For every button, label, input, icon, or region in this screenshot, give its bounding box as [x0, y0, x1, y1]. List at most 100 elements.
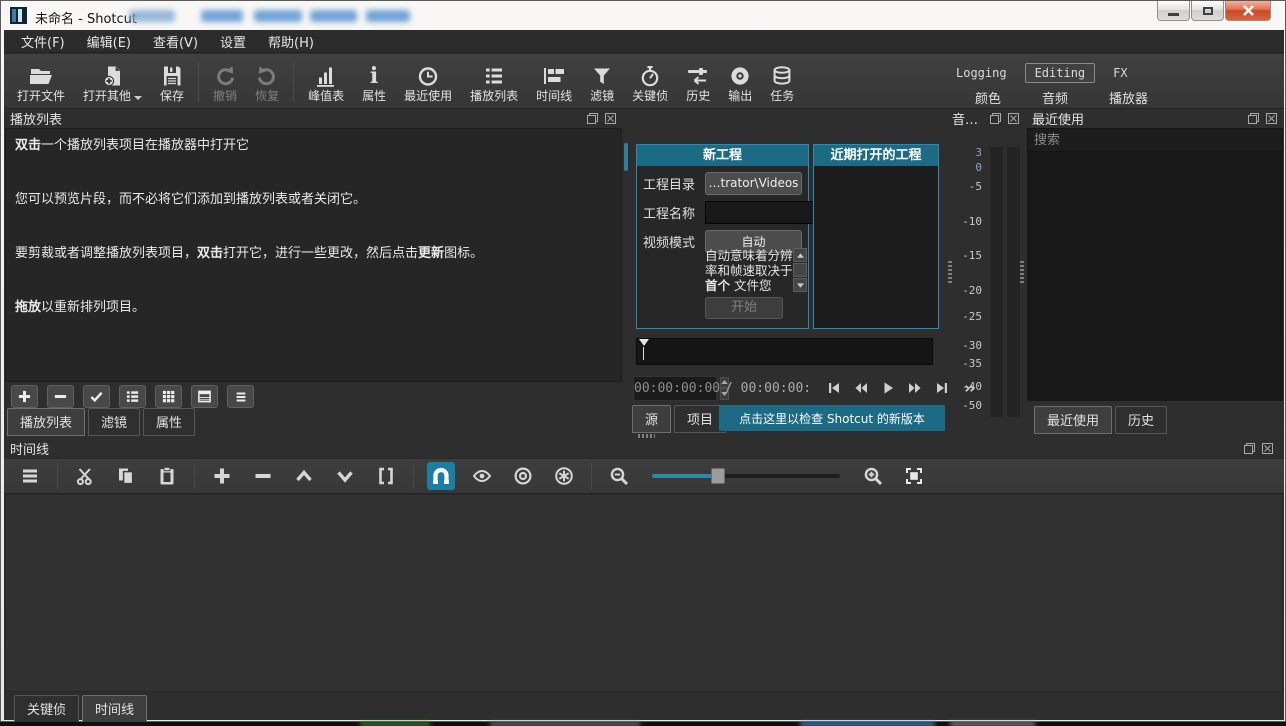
snap-button[interactable]: [427, 462, 455, 490]
tab-keyframes[interactable]: 关键侦: [14, 695, 79, 723]
skip-previous-button[interactable]: [825, 380, 843, 396]
scroll-down-button[interactable]: [793, 278, 807, 292]
recent-files-list[interactable]: [1027, 152, 1283, 401]
close-icon[interactable]: [1261, 442, 1274, 455]
timeline-tracks-area[interactable]: [5, 494, 1283, 692]
menu-settings[interactable]: 设置: [209, 29, 257, 54]
update-banner[interactable]: 点击这里以检查 Shotcut 的新版本: [719, 405, 945, 431]
update-button[interactable]: [83, 385, 110, 408]
zoom-out-icon: [609, 466, 629, 486]
layout-audio[interactable]: 音频: [1042, 88, 1068, 107]
tab-filters[interactable]: 滤镜: [88, 408, 140, 436]
redacted-blur: [310, 10, 357, 22]
peak-meter-button[interactable]: 峰值表: [299, 57, 353, 106]
tab-timeline[interactable]: 时间线: [82, 695, 147, 723]
close-icon[interactable]: [604, 112, 617, 125]
menu-view[interactable]: 查看(V): [142, 29, 209, 54]
slider-handle[interactable]: [711, 468, 725, 484]
float-icon[interactable]: [1247, 112, 1260, 125]
tab-recent[interactable]: 最近使用: [1034, 406, 1112, 434]
remove-button[interactable]: [47, 385, 74, 408]
scroll-thumb[interactable]: [793, 263, 807, 277]
close-icon[interactable]: [1007, 112, 1020, 125]
scrub-button[interactable]: [468, 462, 496, 490]
float-icon[interactable]: [586, 112, 599, 125]
zoom-fit-button[interactable]: [900, 462, 928, 490]
timeline-button[interactable]: 时间线: [527, 57, 581, 106]
position-spinbox[interactable]: 00:00:00:00: [633, 376, 717, 401]
float-icon[interactable]: [989, 112, 1002, 125]
skip-previous-icon: [827, 381, 841, 395]
ripple-delete-button[interactable]: [249, 462, 277, 490]
zoom-out-button[interactable]: [605, 462, 633, 490]
menu-edit[interactable]: 编辑(E): [76, 29, 142, 54]
filters-button[interactable]: 滤镜: [581, 57, 623, 106]
tab-history[interactable]: 历史: [1115, 406, 1167, 434]
maximize-button[interactable]: [1191, 1, 1224, 21]
scroll-up-button[interactable]: [793, 248, 807, 262]
play-button[interactable]: [879, 380, 897, 396]
append-button[interactable]: [208, 462, 236, 490]
fast-forward-button[interactable]: [906, 380, 924, 396]
tab-playlist[interactable]: 播放列表: [7, 408, 85, 436]
seek-bar[interactable]: [636, 338, 933, 365]
timeline-menu-button[interactable]: [16, 462, 44, 490]
project-dir-button[interactable]: …trator\Videos: [705, 172, 802, 195]
splitter-grip[interactable]: [948, 261, 952, 283]
copy-button[interactable]: [112, 462, 140, 490]
open-other-button[interactable]: 打开其他: [74, 57, 151, 106]
cut-button[interactable]: [71, 462, 99, 490]
rewind-button[interactable]: [852, 380, 870, 396]
menu-help[interactable]: 帮助(H): [257, 29, 325, 54]
new-project-panel: 新工程 工程目录 …trator\Videos 工程名称 视频模式 自动 自: [636, 144, 809, 329]
float-icon[interactable]: [1243, 442, 1256, 455]
ripple-button[interactable]: [509, 462, 537, 490]
split-button[interactable]: [372, 462, 400, 490]
splitter-grip[interactable]: [638, 434, 655, 438]
recent-button[interactable]: 最近使用: [395, 57, 461, 106]
redo-button[interactable]: 恢复: [246, 57, 288, 106]
playlist-menu-button[interactable]: [227, 385, 254, 408]
zoom-slider[interactable]: [652, 468, 840, 484]
playhead-icon[interactable]: [639, 339, 649, 346]
tab-properties[interactable]: 属性: [143, 408, 195, 436]
zoom-in-button[interactable]: [859, 462, 887, 490]
keyframes-button[interactable]: 关键侦: [623, 57, 677, 106]
tab-source[interactable]: 源: [632, 405, 671, 433]
search-input[interactable]: [1028, 129, 1282, 151]
close-icon[interactable]: [1265, 112, 1278, 125]
properties-button[interactable]: i 属性: [353, 57, 395, 106]
layout-fx[interactable]: FX: [1113, 66, 1127, 80]
layout-logging[interactable]: Logging: [956, 66, 1007, 80]
ripple-all-button[interactable]: [550, 462, 578, 490]
history-button[interactable]: 历史: [677, 57, 719, 106]
layout-editing[interactable]: Editing: [1025, 63, 1096, 83]
playlist-button[interactable]: 播放列表: [461, 57, 527, 106]
overwrite-button[interactable]: [331, 462, 359, 490]
view-icons-button[interactable]: [191, 385, 218, 408]
jobs-button[interactable]: 任务: [761, 57, 803, 106]
layout-player[interactable]: 播放器: [1109, 88, 1148, 107]
add-button[interactable]: [11, 385, 38, 408]
menu-file[interactable]: 文件(F): [10, 29, 76, 54]
open-file-button[interactable]: 打开文件: [8, 57, 74, 106]
save-button[interactable]: 保存: [151, 57, 193, 106]
view-tiles-button[interactable]: [155, 385, 182, 408]
splitter-grip[interactable]: [1020, 261, 1024, 283]
menu-bar: 文件(F) 编辑(E) 查看(V) 设置 帮助(H): [4, 30, 1284, 53]
start-button[interactable]: 开始: [705, 297, 783, 319]
splitter-highlight[interactable]: [624, 143, 628, 171]
project-name-label: 工程名称: [643, 203, 705, 222]
undo-icon: [214, 63, 236, 88]
layout-color[interactable]: 颜色: [975, 88, 1001, 107]
undo-button[interactable]: 撤销: [204, 57, 246, 106]
export-button[interactable]: 输出: [719, 57, 761, 106]
minimize-button[interactable]: [1157, 1, 1190, 21]
paste-button[interactable]: [153, 462, 181, 490]
taskbar-blob: [490, 722, 640, 726]
lift-button[interactable]: [290, 462, 318, 490]
position-value[interactable]: 00:00:00:00: [634, 381, 720, 396]
view-details-button[interactable]: [119, 385, 146, 408]
duration-text: / 00:00:00:: [725, 381, 811, 396]
close-button[interactable]: [1225, 1, 1271, 21]
